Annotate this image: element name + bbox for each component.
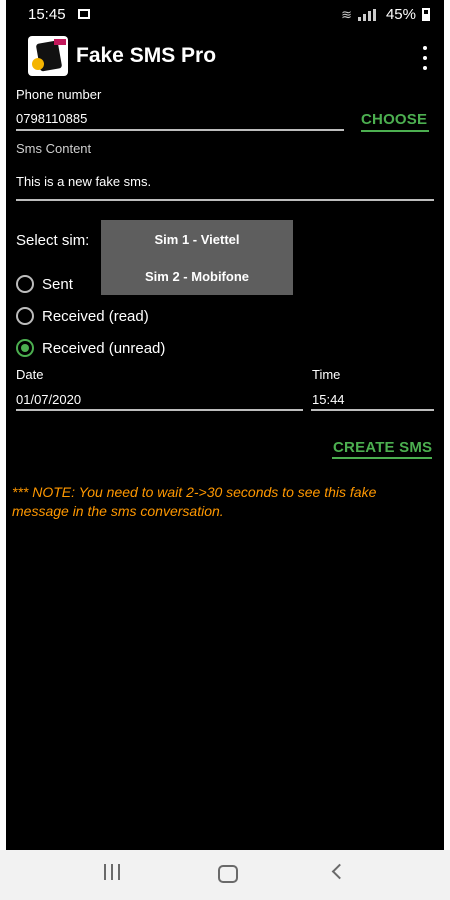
choose-button[interactable]: CHOOSE xyxy=(361,111,427,128)
overflow-menu-icon[interactable] xyxy=(422,46,428,70)
create-sms-underline xyxy=(332,457,432,459)
note-text: *** NOTE: You need to wait 2->30 seconds… xyxy=(12,484,377,519)
create-sms-button[interactable]: CREATE SMS xyxy=(333,439,432,456)
time-input[interactable]: 15:44 xyxy=(312,392,345,407)
radio-label: Received (read) xyxy=(42,307,149,325)
radio-button-checked[interactable] xyxy=(16,339,34,357)
phone-number-underline xyxy=(16,129,344,131)
radio-label: Received (unread) xyxy=(42,339,166,357)
back-icon[interactable] xyxy=(331,863,348,880)
status-icons: ≋ 45% xyxy=(341,6,430,23)
app-bar: Fake SMS Pro xyxy=(6,34,444,82)
sms-content-label: Sms Content xyxy=(16,141,92,156)
radio-sent[interactable]: Sent xyxy=(16,275,73,293)
radio-label: Sent xyxy=(42,275,73,293)
recents-icon[interactable] xyxy=(104,864,120,880)
app-screen: 15:45 ≋ 45% Fake SMS Pro Phone number 07… xyxy=(6,0,444,900)
time-label: Time xyxy=(312,367,341,382)
radio-received-unread[interactable]: Received (unread) xyxy=(16,339,165,357)
sms-content-input[interactable]: This is a new fake sms. xyxy=(16,174,151,189)
home-icon[interactable] xyxy=(218,865,238,883)
radio-button[interactable] xyxy=(16,275,34,293)
date-input[interactable]: 01/07/2020 xyxy=(16,392,81,407)
date-underline xyxy=(16,409,303,411)
status-bar: 15:45 ≋ 45% xyxy=(6,0,444,30)
radio-received-read[interactable]: Received (read) xyxy=(16,307,149,325)
navigation-bar xyxy=(0,850,450,900)
battery-icon xyxy=(422,8,430,21)
time-underline xyxy=(311,409,434,411)
choose-underline xyxy=(361,130,429,132)
phone-number-input[interactable]: 0798110885 xyxy=(16,111,87,126)
phone-number-label: Phone number xyxy=(16,87,102,102)
signal-icon xyxy=(357,8,380,21)
sim-dropdown-menu: Sim 1 - Viettel Sim 2 - Mobifone xyxy=(101,220,293,295)
sim-option-2[interactable]: Sim 2 - Mobifone xyxy=(101,269,293,284)
status-time: 15:45 xyxy=(28,6,66,23)
image-notification-icon xyxy=(78,9,90,19)
sms-content-underline xyxy=(16,199,434,201)
app-title: Fake SMS Pro xyxy=(76,44,217,67)
wifi-icon: ≋ xyxy=(341,6,352,22)
sim-option-1[interactable]: Sim 1 - Viettel xyxy=(101,232,293,247)
select-sim-label: Select sim: xyxy=(16,232,90,249)
date-label: Date xyxy=(16,367,44,382)
radio-button[interactable] xyxy=(16,307,34,325)
battery-percent: 45% xyxy=(385,6,416,23)
app-logo-icon xyxy=(28,36,68,76)
